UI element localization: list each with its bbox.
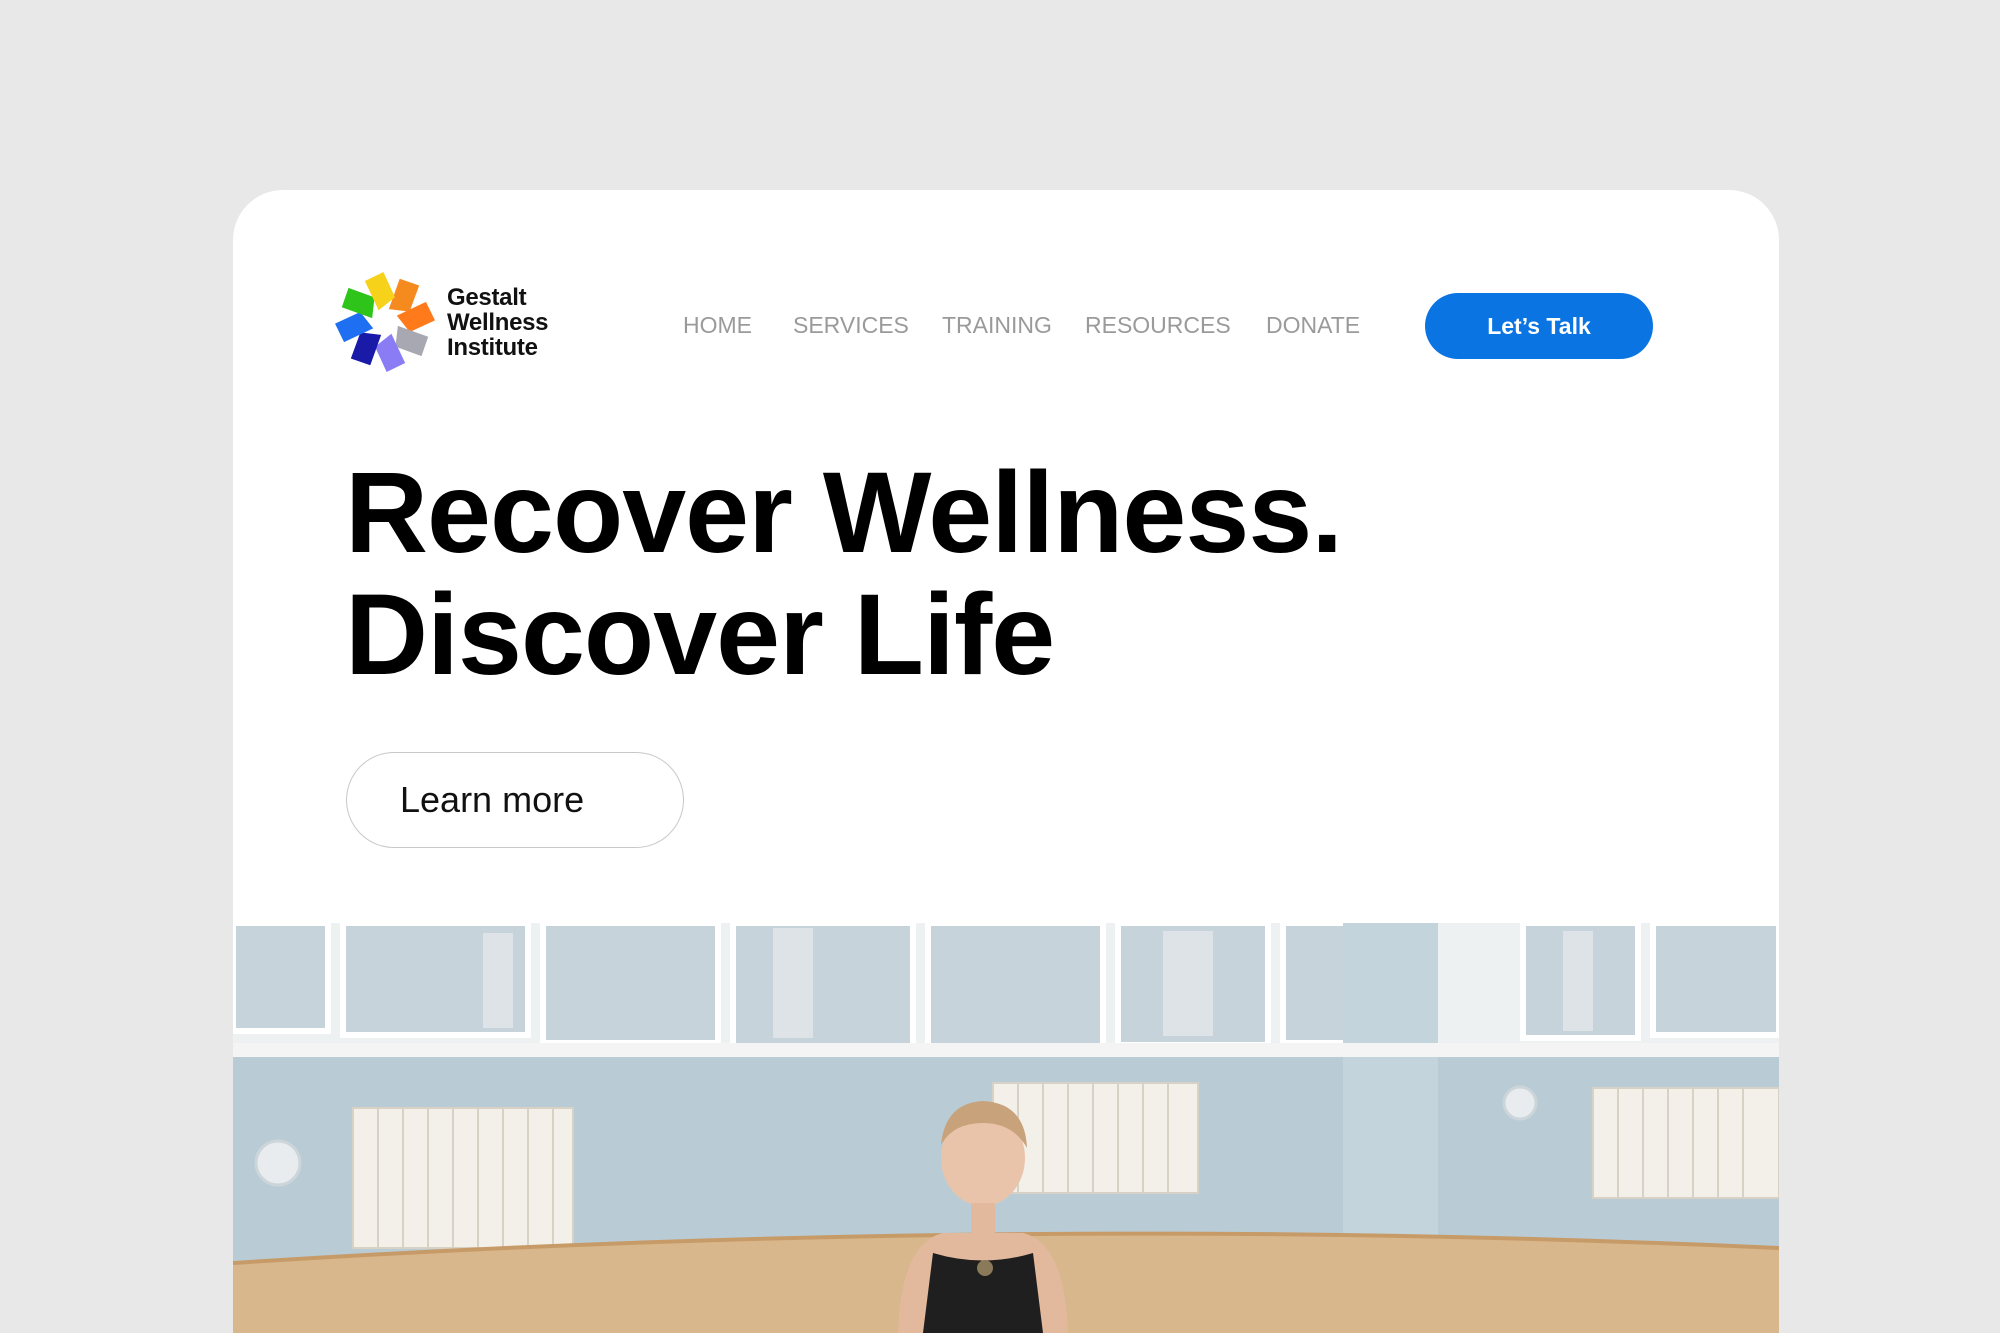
page-card: Gestalt Wellness Institute HOME SERVICES… (233, 190, 1779, 1333)
nav-item-home[interactable]: HOME (683, 312, 752, 339)
brand-name-line2: Wellness (447, 308, 549, 336)
hero-photo (233, 923, 1779, 1333)
nav-item-donate[interactable]: DONATE (1266, 312, 1360, 339)
brand-name-line3: Institute (447, 333, 538, 361)
lets-talk-button[interactable]: Let’s Talk (1425, 293, 1653, 359)
hero-title-line1: Recover Wellness. (345, 449, 1343, 577)
pinwheel-logo-icon (335, 272, 435, 372)
hero-title-line2: Discover Life (345, 571, 1055, 699)
brand-logo[interactable]: Gestalt Wellness Institute (333, 270, 549, 374)
nav-item-training[interactable]: TRAINING (942, 312, 1052, 339)
brand-name: Gestalt Wellness Institute (447, 283, 549, 361)
nav-item-services[interactable]: SERVICES (793, 312, 909, 339)
learn-more-button[interactable]: Learn more (346, 752, 684, 848)
brand-name-line1: Gestalt (447, 283, 527, 311)
nav-item-resources[interactable]: RESOURCES (1085, 312, 1231, 339)
hero-title: Recover Wellness. Discover Life (345, 449, 1343, 699)
